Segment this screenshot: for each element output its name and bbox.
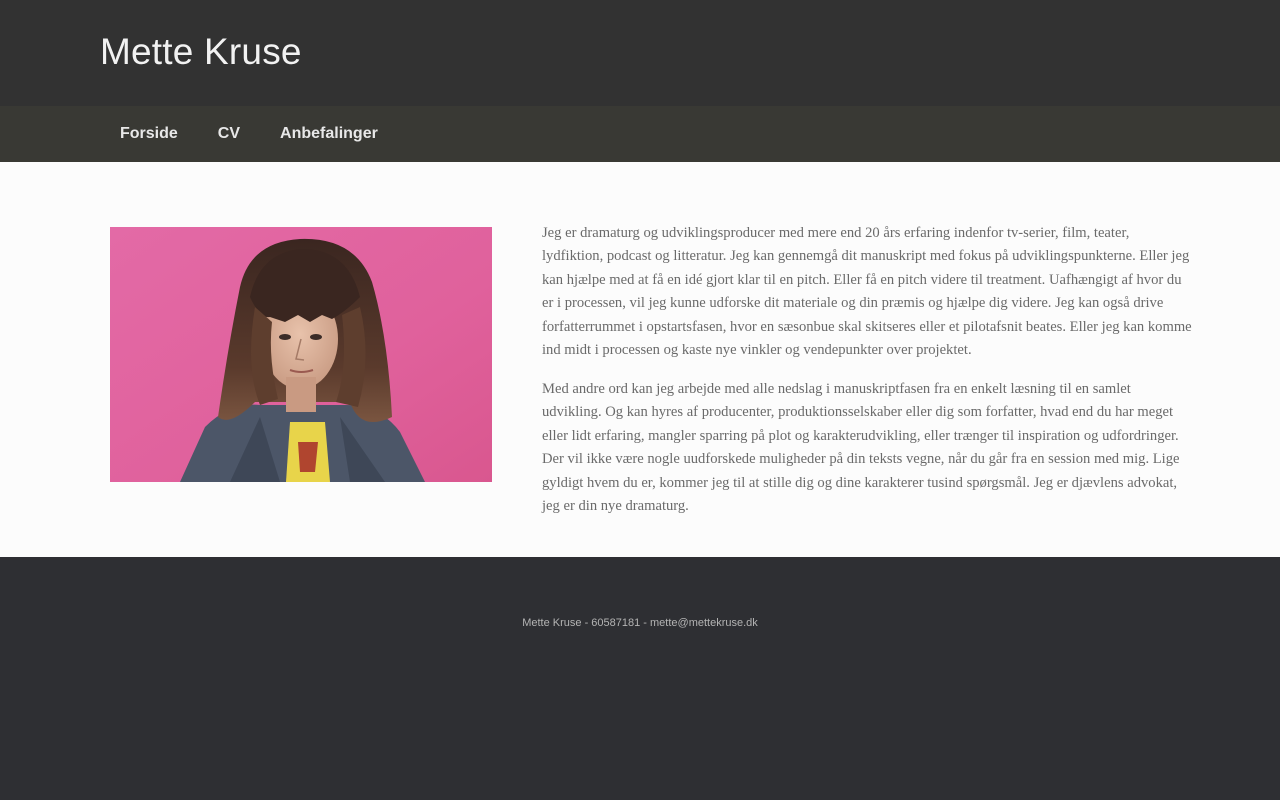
footer-contact-text: Mette Kruse - 60587181 - mette@mettekrus… (522, 617, 758, 629)
portrait-photo (110, 227, 492, 482)
bio-paragraph-2: Med andre ord kan jeg arbejde med alle n… (542, 380, 1180, 514)
bio-text: Jeg er dramaturg og udviklingsproducer m… (542, 222, 1192, 534)
bio-paragraph-1: Jeg er dramaturg og udviklingsproducer m… (542, 225, 1192, 359)
main-nav: Forside CV Anbefalinger (0, 106, 1280, 162)
nav-item-cv[interactable]: CV (198, 106, 260, 162)
nav-item-forside[interactable]: Forside (100, 106, 198, 162)
nav-item-anbefalinger[interactable]: Anbefalinger (260, 106, 398, 162)
site-header: Mette Kruse (0, 0, 1280, 106)
site-title[interactable]: Mette Kruse (100, 31, 302, 73)
site-footer: Mette Kruse - 60587181 - mette@mettekrus… (0, 557, 1280, 800)
main-content: Jeg er dramaturg og udviklingsproducer m… (0, 162, 1280, 557)
